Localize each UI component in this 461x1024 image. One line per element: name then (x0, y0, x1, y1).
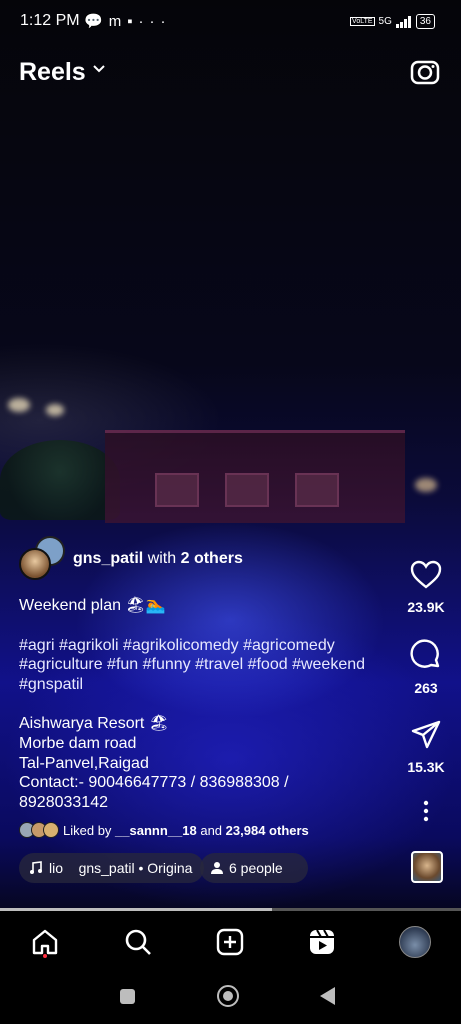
avatar (19, 548, 51, 580)
more-vertical-icon[interactable] (423, 800, 429, 822)
home-notification-dot (43, 954, 47, 958)
caption-line: 8928033142 (19, 793, 108, 811)
light-glow (415, 478, 437, 492)
system-navigation-bar (0, 970, 461, 1024)
search-icon[interactable] (124, 928, 152, 956)
light-glow (8, 398, 30, 412)
author-name[interactable]: gns_patil (73, 550, 143, 567)
volte-icon: VoLTE (350, 17, 375, 26)
person-icon (211, 862, 223, 874)
back-button[interactable] (320, 987, 335, 1005)
camera-icon[interactable] (410, 56, 440, 86)
profile-avatar[interactable] (399, 926, 431, 958)
music-note-icon (30, 861, 42, 874)
reel-caption[interactable]: Weekend plan 🏖🏊 #agri #agrikoli #agrikol… (19, 596, 399, 812)
window-shape (295, 473, 339, 507)
more-options[interactable] (400, 800, 452, 827)
notification-icon: ▪ (127, 13, 139, 30)
caption-line: Morbe dam road (19, 734, 137, 752)
caption-line: Aishwarya Resort 🏖 (19, 715, 170, 733)
audio-thumbnail[interactable] (411, 851, 443, 883)
audio-label: lio gns_patil • Origina (49, 860, 193, 876)
nav-profile[interactable] (399, 926, 431, 958)
chat-icon: 💬 (84, 13, 109, 30)
liked-and: and (200, 822, 223, 838)
bottom-nav (0, 912, 461, 970)
like-count: 23.9K (407, 599, 445, 615)
liker-avatars (19, 822, 59, 838)
chevron-down-icon[interactable] (92, 62, 106, 76)
nav-search[interactable] (122, 926, 154, 958)
liked-by[interactable]: Liked by __sannn__18 and 23,984 others (19, 822, 309, 838)
battery-icon: 36 (415, 14, 435, 29)
home-icon[interactable] (31, 928, 59, 956)
author-avatars[interactable] (19, 536, 65, 580)
m-icon: m (108, 13, 128, 30)
caption-title: Weekend plan 🏖🏊 (19, 597, 166, 614)
reel-progress-bar[interactable] (0, 908, 461, 911)
collaborators-label[interactable]: 2 others (181, 550, 243, 567)
window-shape (155, 473, 199, 507)
share-count: 15.3K (407, 759, 445, 775)
nav-reels[interactable] (306, 926, 338, 958)
liked-prefix: Liked by (63, 822, 112, 838)
reels-icon[interactable] (308, 928, 336, 956)
status-time: 1:12 PM (20, 12, 80, 29)
network-label: 5G (378, 16, 392, 27)
signal-icon (395, 15, 411, 28)
comment-icon[interactable] (410, 639, 442, 671)
send-icon[interactable] (411, 720, 441, 750)
people-label: 6 people (229, 860, 283, 876)
liked-others[interactable]: 23,984 others (226, 823, 309, 838)
caption-location: Aishwarya Resort 🏖 Morbe dam road Tal-Pa… (19, 714, 399, 812)
status-notification-icons: 💬m▪··· (84, 12, 172, 30)
comment-action[interactable]: 263 (400, 639, 452, 696)
home-button[interactable] (217, 985, 239, 1007)
light-glow (46, 404, 64, 416)
recents-button[interactable] (120, 989, 135, 1004)
building-shape (105, 430, 405, 523)
page-title[interactable]: Reels (19, 58, 86, 87)
comment-count: 263 (414, 680, 438, 696)
reel-progress-fill (0, 908, 272, 911)
audio-pill[interactable]: lio gns_patil • Origina (19, 853, 204, 883)
more-icon: ··· (138, 13, 172, 30)
like-action[interactable]: 23.9K (400, 560, 452, 615)
heart-icon[interactable] (410, 560, 442, 590)
nav-create[interactable] (214, 926, 246, 958)
people-pill[interactable]: 6 people (200, 853, 308, 883)
author-line[interactable]: gns_patil with 2 others (73, 550, 243, 568)
tree-shape (0, 440, 120, 520)
with-label: with (147, 550, 177, 567)
window-shape (225, 473, 269, 507)
status-system-icons: VoLTE 5G 36 (350, 14, 435, 29)
caption-hashtags[interactable]: #agri #agrikoli #agrikolicomedy #agricom… (19, 636, 399, 695)
status-bar: 1:12 PM 💬m▪··· VoLTE 5G 36 (0, 0, 461, 44)
liked-user[interactable]: __sannn__18 (115, 823, 197, 838)
caption-line: Tal-Panvel,Raigad (19, 754, 149, 772)
add-post-icon[interactable] (216, 928, 244, 956)
reels-header: Reels (0, 52, 461, 92)
caption-line: Contact:- 90046647773 / 836988308 / (19, 774, 289, 792)
share-action[interactable]: 15.3K (400, 720, 452, 775)
avatar (43, 822, 59, 838)
